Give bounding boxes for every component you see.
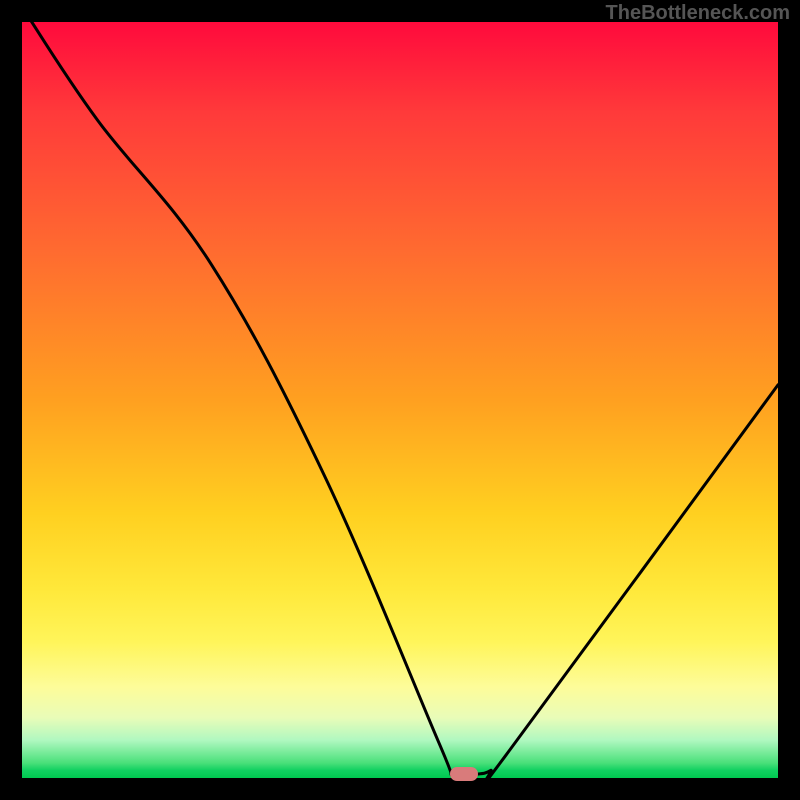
optimal-point-marker bbox=[450, 767, 478, 781]
watermark-text: TheBottleneck.com bbox=[606, 2, 790, 25]
chart-gradient-background bbox=[22, 22, 778, 778]
